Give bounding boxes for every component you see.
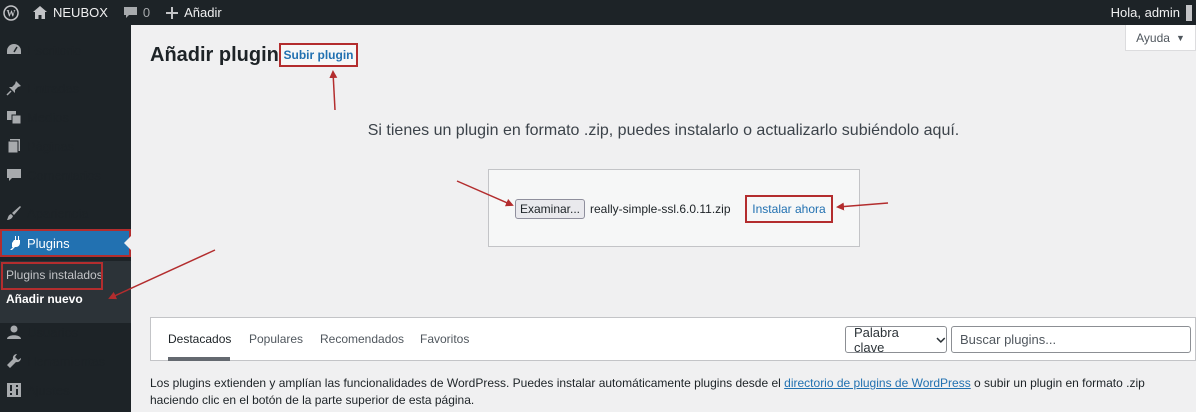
submenu-item-add-new[interactable]: Añadir nuevo	[6, 292, 83, 306]
install-now-button[interactable]: Instalar ahora	[745, 195, 833, 223]
search-type-value: Palabra clave	[854, 324, 899, 355]
sidebar-item-label: Escritorio	[27, 42, 82, 58]
comments-icon	[4, 165, 24, 185]
sidebar-item-label: Plugins	[27, 235, 70, 251]
description-text-start: Los plugins extienden y amplían las func…	[150, 376, 785, 390]
search-plugins-input[interactable]	[951, 326, 1191, 353]
home-icon	[33, 6, 47, 19]
sidebar-item-paginas[interactable]: Páginas	[0, 132, 131, 160]
new-content-label: Añadir	[184, 5, 222, 20]
sidebar-item-usuarios[interactable]: Usuarios	[0, 318, 131, 346]
new-content-link[interactable]: Añadir	[158, 0, 230, 25]
sidebar-item-label: Ajustes	[27, 382, 70, 398]
svg-text:W: W	[7, 8, 16, 18]
help-tab-button[interactable]: Ayuda ▼	[1125, 25, 1196, 51]
settings-icon	[4, 380, 24, 400]
sidebar-item-comentarios[interactable]: Comentarios	[0, 161, 131, 189]
sidebar-item-ajustes[interactable]: Ajustes	[0, 376, 131, 404]
appearance-icon	[4, 203, 24, 223]
help-label: Ayuda	[1136, 30, 1170, 45]
sidebar-item-label: Comentarios	[27, 167, 101, 183]
current-tab-indicator	[168, 357, 230, 361]
admin-bar: W NEUBOX 0 Añadir Hola, admin	[0, 0, 1196, 25]
add-new-highlight-box	[1, 262, 103, 290]
sidebar-item-medios[interactable]: Medios	[0, 103, 131, 131]
plugins-icon	[4, 233, 24, 253]
wordpress-logo-icon: W	[3, 4, 19, 21]
plus-icon	[166, 6, 179, 19]
tools-icon	[4, 351, 24, 371]
sidebar-item-label: Entradas	[27, 80, 80, 96]
plugins-description: Los plugins extienden y amplían las func…	[150, 375, 1190, 409]
sidebar-item-herramientas[interactable]: Herramientas	[0, 347, 131, 375]
page-title: Añadir plugins	[150, 44, 290, 66]
site-name: NEUBOX	[53, 5, 108, 20]
dashboard-icon	[4, 40, 24, 60]
media-icon	[4, 107, 24, 127]
sidebar-item-apariencia[interactable]: Apariencia	[0, 199, 131, 227]
my-account-link[interactable]: Hola, admin	[1111, 0, 1196, 25]
arrow-to-upload-button	[329, 70, 338, 111]
upload-intro-text: Si tienes un plugin en formato .zip, pue…	[367, 122, 960, 139]
upload-plugin-button[interactable]: Subir plugin	[279, 43, 358, 67]
browse-file-button[interactable]: Examinar...	[515, 199, 585, 219]
sidebar-item-label: Usuarios	[27, 324, 79, 340]
pages-icon	[4, 136, 24, 156]
pin-icon	[4, 78, 24, 98]
sidebar-item-label: Apariencia	[27, 205, 89, 221]
comments-link[interactable]: 0	[116, 0, 158, 25]
sidebar-item-plugins[interactable]: Plugins	[0, 229, 131, 257]
users-icon	[4, 322, 24, 342]
search-type-select[interactable]: Palabra clave	[845, 324, 947, 355]
tab-populares[interactable]: Populares	[249, 332, 303, 346]
sidebar-item-label: Herramientas	[27, 353, 106, 369]
caret-down-icon: ▼	[1175, 32, 1185, 43]
plugin-directory-link[interactable]: directorio de plugins de WordPress	[784, 376, 971, 390]
tab-favoritos[interactable]: Favoritos	[420, 332, 469, 346]
tab-recomendados[interactable]: Recomendados	[320, 332, 404, 346]
site-name-link[interactable]: NEUBOX	[25, 0, 116, 25]
sidebar-item-entradas[interactable]: Entradas	[0, 74, 131, 102]
tab-destacados[interactable]: Destacados	[168, 332, 231, 346]
sidebar-item-label: Páginas	[27, 138, 74, 154]
sidebar-item-escritorio[interactable]: Escritorio	[0, 36, 131, 64]
wordpress-logo-button[interactable]: W	[0, 0, 25, 25]
chevron-down-icon	[936, 337, 946, 343]
greeting-text: Hola, admin	[1110, 5, 1180, 20]
sidebar-item-label: Medios	[27, 109, 69, 125]
comments-count: 0	[142, 5, 151, 20]
selected-file-name: really-simple-ssl.6.0.11.zip	[590, 202, 731, 216]
comment-bubble-icon	[123, 6, 137, 18]
avatar	[1186, 4, 1192, 21]
